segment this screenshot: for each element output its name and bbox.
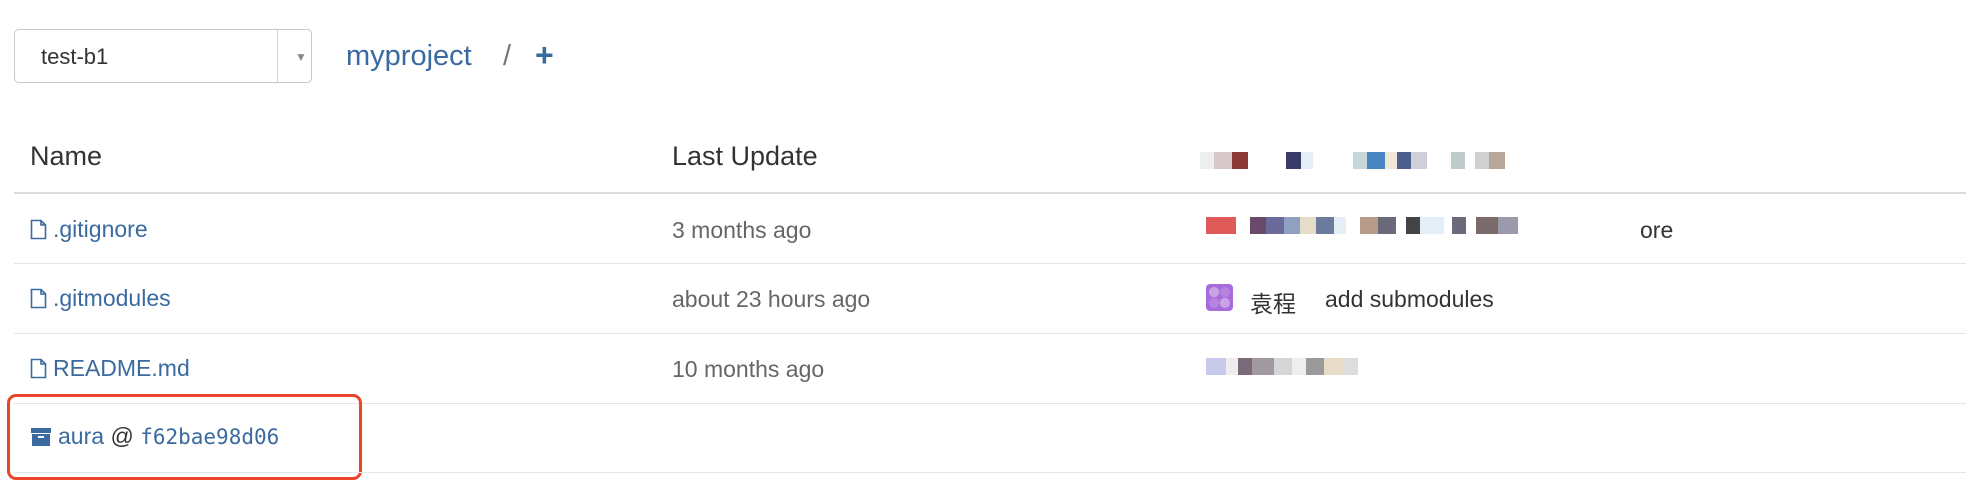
- submodule-name: aura: [58, 423, 105, 449]
- chevron-down-icon[interactable]: ▼: [295, 50, 307, 64]
- commit-message[interactable]: add submodules: [1325, 286, 1494, 313]
- select-divider: [277, 30, 278, 82]
- commit-message-suffix[interactable]: ore: [1640, 217, 1673, 244]
- last-update-time: about 23 hours ago: [672, 286, 871, 312]
- blurred-commit-message: [1206, 217, 1518, 234]
- author-avatar: [1206, 284, 1233, 311]
- submodule-link-aura[interactable]: aura @ f62bae98d06: [30, 423, 279, 450]
- last-update-time: 3 months ago: [672, 217, 812, 243]
- commit-author: 袁程: [1250, 291, 1296, 317]
- column-header-last-update: Last Update: [672, 141, 818, 171]
- file-name: .gitignore: [53, 216, 148, 242]
- archive-icon: [31, 428, 51, 446]
- row-divider: [14, 472, 1966, 473]
- file-icon: [30, 219, 47, 240]
- add-file-button[interactable]: +: [535, 37, 554, 74]
- row-divider: [14, 263, 1966, 264]
- column-header-name: Name: [30, 141, 103, 171]
- file-icon: [30, 288, 47, 309]
- submodule-commit-sha[interactable]: f62bae98d06: [140, 425, 279, 449]
- submodule-at-symbol: @: [110, 423, 134, 449]
- branch-select[interactable]: test-b1 ▼: [14, 29, 312, 83]
- file-icon: [30, 358, 47, 379]
- header-divider: [14, 192, 1966, 194]
- breadcrumb-project-link[interactable]: myproject: [346, 40, 472, 73]
- file-name: README.md: [53, 355, 190, 381]
- breadcrumb-separator: /: [503, 40, 512, 72]
- file-link-gitmodules[interactable]: .gitmodules: [30, 285, 171, 312]
- last-update-time: 10 months ago: [672, 356, 825, 382]
- file-link-gitignore[interactable]: .gitignore: [30, 216, 148, 243]
- row-divider: [14, 333, 1966, 334]
- blurred-header-text: [1200, 152, 1505, 169]
- file-link-readme[interactable]: README.md: [30, 355, 190, 382]
- blurred-commit-message: [1206, 358, 1358, 375]
- branch-select-value: test-b1: [41, 44, 109, 69]
- file-name: .gitmodules: [53, 285, 171, 311]
